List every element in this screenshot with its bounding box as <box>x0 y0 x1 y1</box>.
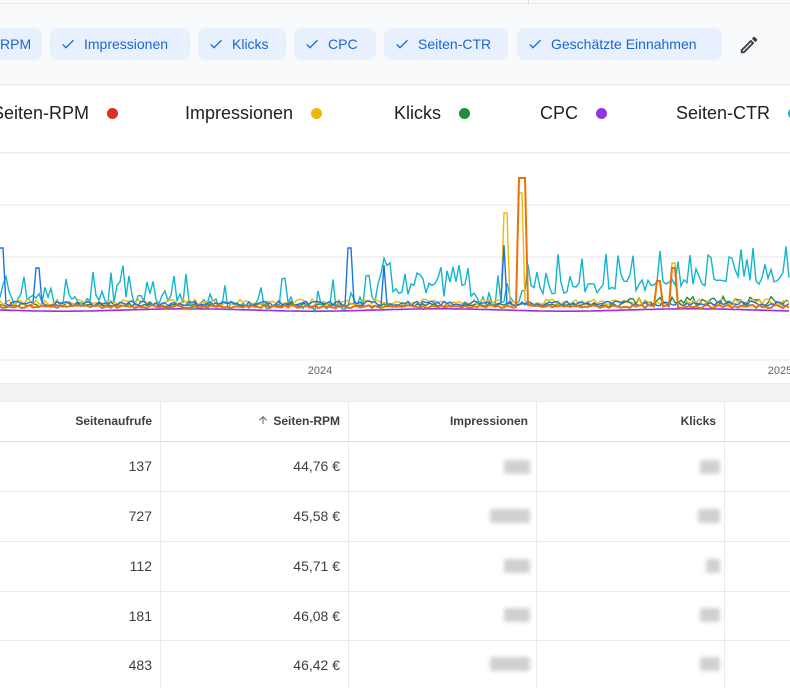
cell-seiten-rpm: 45,58 € <box>293 508 340 524</box>
redacted-value <box>706 559 720 573</box>
cell-seiten-rpm: 44,76 € <box>293 458 340 474</box>
header-label: Klicks <box>680 414 716 428</box>
x-tick-label: 2024 <box>308 365 332 377</box>
column-header-klicks[interactable]: Klicks <box>537 401 724 441</box>
chip-cpc[interactable]: CPC <box>294 28 376 60</box>
chart-series <box>0 177 790 314</box>
column-header-impressionen[interactable]: Impressionen <box>349 401 536 441</box>
legend-item-cpc[interactable]: CPC <box>540 86 608 140</box>
redacted-value <box>490 509 530 523</box>
metric-chip-bar: RPM Impressionen Klicks CPC Seiten-CTR G… <box>0 0 790 85</box>
chip-label: Impressionen <box>84 36 169 52</box>
chart-grid <box>0 153 790 361</box>
legend-label: Seiten-RPM <box>0 102 90 123</box>
legend-label: Klicks <box>394 102 442 123</box>
legend-item-impressionen[interactable]: Impressionen <box>185 86 323 140</box>
column-divider <box>348 401 349 689</box>
legend-item-klicks[interactable]: Klicks <box>394 86 471 140</box>
cell-seitenaufrufe: 483 <box>128 657 152 673</box>
chip-label: Seiten-CTR <box>418 36 492 52</box>
redacted-value <box>490 657 530 671</box>
check-icon <box>529 39 541 49</box>
legend-item-seiten-rpm[interactable]: Seiten-RPM <box>0 86 119 140</box>
cell-seitenaufrufe: 137 <box>128 458 152 474</box>
x-tick-label: 2025 <box>768 365 790 377</box>
chip-label: Klicks <box>232 36 269 52</box>
series-line-orange <box>0 177 790 310</box>
header-label: Seitenaufrufe <box>75 414 152 428</box>
column-divider <box>536 401 537 689</box>
legend-dot <box>311 107 323 119</box>
check-icon <box>210 39 222 49</box>
line-chart: 2024 2025 <box>0 153 790 377</box>
chip-impressionen[interactable]: Impressionen <box>50 28 190 60</box>
redacted-value <box>504 608 530 622</box>
check-icon <box>306 39 318 49</box>
check-icon <box>396 39 408 49</box>
chart-legend: Seiten-RPM Impressionen Klicks CPC Seite… <box>0 86 790 153</box>
chip-seiten-rpm[interactable]: RPM <box>0 28 42 60</box>
legend-item-seiten-ctr[interactable]: Seiten-CTR <box>676 86 790 140</box>
check-icon <box>62 39 74 49</box>
chip-label: Geschätzte Einnahmen <box>551 36 697 52</box>
legend-dot <box>107 107 119 119</box>
column-header-seitenaufrufe[interactable]: Seitenaufrufe <box>0 401 160 441</box>
cell-seitenaufrufe: 112 <box>129 558 152 574</box>
legend-label: Seiten-CTR <box>676 102 771 123</box>
column-header-seiten-rpm[interactable]: Seiten-RPM <box>161 401 348 441</box>
chart-scroll-band <box>0 383 790 402</box>
redacted-value <box>504 559 530 573</box>
redacted-value <box>504 460 530 474</box>
redacted-value <box>700 657 720 671</box>
chip-klicks[interactable]: Klicks <box>198 28 286 60</box>
cell-seiten-rpm: 46,42 € <box>293 657 340 673</box>
chip-label: CPC <box>328 36 358 52</box>
column-divider <box>724 401 725 689</box>
x-axis-ticks: 2024 2025 <box>308 365 790 377</box>
redacted-value <box>700 608 720 622</box>
legend-dot <box>459 107 471 119</box>
top-separator <box>528 0 529 4</box>
redacted-value <box>698 509 720 523</box>
redacted-value <box>700 460 720 474</box>
chip-seiten-ctr[interactable]: Seiten-CTR <box>384 28 508 60</box>
top-divider <box>0 3 790 4</box>
chip-geschaetzte-einnahmen[interactable]: Geschätzte Einnahmen <box>517 28 722 60</box>
legend-dot <box>596 107 608 119</box>
header-label: Seiten-RPM <box>273 414 340 428</box>
cell-seitenaufrufe: 181 <box>128 608 152 624</box>
arrow-up-icon <box>259 416 268 424</box>
cell-seiten-rpm: 46,08 € <box>293 608 340 624</box>
cell-seiten-rpm: 45,71 € <box>293 558 340 574</box>
legend-label: Impressionen <box>185 102 294 123</box>
header-label: Impressionen <box>449 414 528 428</box>
legend-label: CPC <box>540 102 579 123</box>
cell-seitenaufrufe: 727 <box>128 508 152 524</box>
chip-label: RPM <box>0 36 32 52</box>
edit-pencil-icon[interactable] <box>738 34 760 56</box>
